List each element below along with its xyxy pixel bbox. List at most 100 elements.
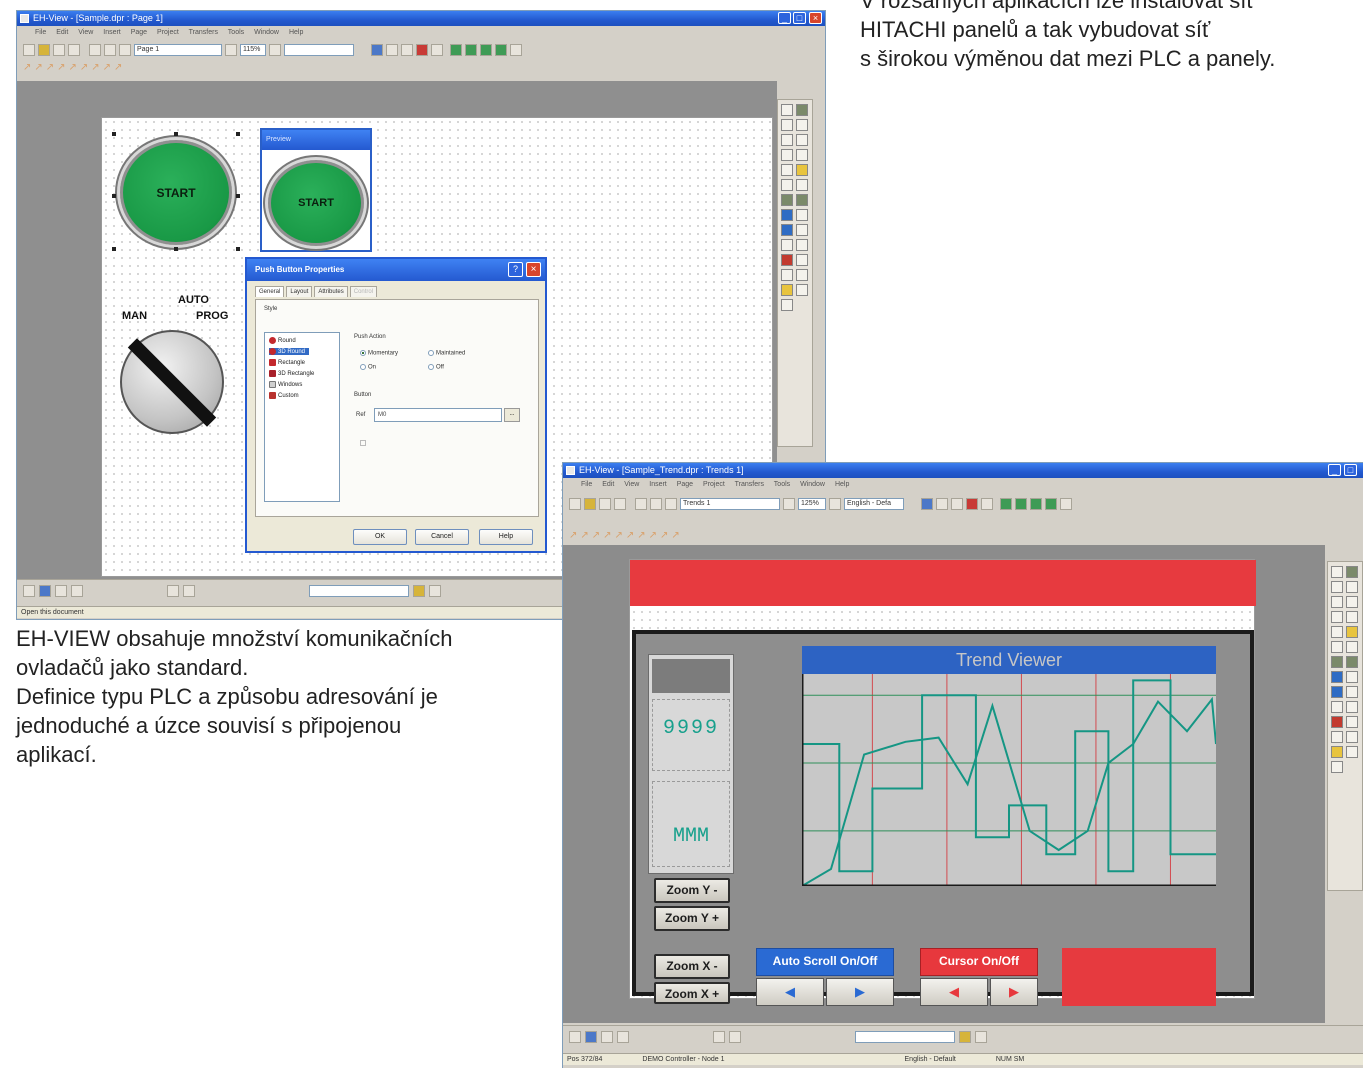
bar-icon[interactable]	[796, 119, 808, 131]
selection-handle[interactable]	[112, 132, 116, 136]
preview-icon[interactable]	[413, 584, 425, 597]
build-icon[interactable]	[1060, 498, 1072, 510]
menu-page[interactable]: Page	[677, 481, 693, 488]
layer-icon[interactable]	[23, 584, 35, 597]
zoom-select[interactable]: 125%	[798, 498, 826, 510]
minimize-button[interactable]: _	[778, 12, 791, 24]
chart-icon[interactable]	[1331, 761, 1343, 773]
order-icon[interactable]	[71, 584, 83, 597]
display-icon[interactable]	[1346, 641, 1358, 653]
build-icon[interactable]	[510, 44, 522, 56]
picture-icon[interactable]	[781, 194, 793, 206]
lamp-icon[interactable]	[796, 164, 808, 176]
alignment-toolbar[interactable]: ↗↗↗↗↗↗↗↗↗	[17, 61, 825, 75]
language-select[interactable]	[284, 44, 354, 56]
italic-icon[interactable]	[981, 498, 993, 510]
zoom-select[interactable]: 115%	[240, 44, 266, 56]
field-icon[interactable]	[781, 224, 793, 236]
menu-insert[interactable]: Insert	[103, 29, 121, 36]
draw-icon[interactable]	[713, 1030, 725, 1043]
zoom-out-icon[interactable]	[269, 44, 281, 56]
text-icon[interactable]	[1331, 596, 1343, 608]
menu-edit[interactable]: Edit	[602, 481, 614, 488]
radio-off[interactable]: Off	[428, 364, 444, 371]
save-icon[interactable]	[599, 498, 611, 510]
bottom-combo[interactable]	[309, 584, 409, 597]
trend-icon[interactable]	[1346, 611, 1358, 623]
italic-icon[interactable]	[431, 44, 443, 56]
radio-maintained[interactable]: Maintained	[428, 350, 465, 357]
alignment-toolbar[interactable]: ↗↗↗↗↗↗↗↗↗↗	[563, 529, 1363, 543]
link-icon[interactable]	[401, 44, 413, 56]
tab-control[interactable]: Control	[349, 286, 378, 297]
maximize-button[interactable]: □	[793, 12, 806, 24]
style-round[interactable]: Round	[269, 337, 296, 344]
selector-switch[interactable]	[120, 330, 224, 434]
preview-icon[interactable]	[959, 1030, 971, 1043]
text-icon[interactable]	[781, 134, 793, 146]
gauge-icon[interactable]	[796, 104, 808, 116]
close-button[interactable]: ×	[809, 12, 822, 24]
box-icon[interactable]	[781, 164, 793, 176]
menu-transfers[interactable]: Transfers	[189, 29, 218, 36]
zoom-in-icon[interactable]	[225, 44, 237, 56]
lamp-icon[interactable]	[1346, 626, 1358, 638]
copy-icon[interactable]	[104, 44, 116, 56]
style-windows[interactable]: Windows	[269, 381, 302, 388]
page-select[interactable]: Trends 1	[680, 498, 780, 510]
open-icon[interactable]	[584, 498, 596, 510]
bottom-combo[interactable]	[855, 1030, 955, 1043]
align-icon[interactable]	[585, 1030, 597, 1043]
screen-icon[interactable]	[371, 44, 383, 56]
pointer-icon[interactable]	[1331, 566, 1343, 578]
cancel-button[interactable]: Cancel	[415, 529, 469, 545]
rectangle-icon[interactable]	[1331, 581, 1343, 593]
menu-help[interactable]: Help	[835, 481, 849, 488]
minimize-button[interactable]: _	[1328, 464, 1341, 476]
style-custom[interactable]: Custom	[269, 392, 299, 399]
paste-icon[interactable]	[119, 44, 131, 56]
new-icon[interactable]	[569, 498, 581, 510]
menu-view[interactable]: View	[624, 481, 639, 488]
radio-on[interactable]: On	[360, 364, 376, 371]
picture-icon[interactable]	[1331, 656, 1343, 668]
option-checkbox[interactable]	[360, 440, 369, 447]
menu-tools[interactable]: Tools	[228, 29, 244, 36]
fill-icon[interactable]	[729, 1030, 741, 1043]
order-icon[interactable]	[617, 1030, 629, 1043]
group-icon[interactable]	[55, 584, 67, 597]
zoom-x-plus-button[interactable]: Zoom X +	[654, 982, 730, 1004]
style-3d-round[interactable]: 3D Round	[269, 348, 310, 356]
table-icon[interactable]	[796, 134, 808, 146]
symbol-icon[interactable]	[1346, 656, 1358, 668]
transfer-icon[interactable]	[1000, 498, 1012, 510]
style-list[interactable]: Round 3D Round Rectangle 3D Rectangle Wi…	[264, 332, 340, 502]
help-icon[interactable]: ?	[508, 262, 523, 277]
zoom-x-minus-button[interactable]: Zoom X -	[654, 954, 730, 979]
menu-window[interactable]: Window	[800, 481, 825, 488]
upload-icon[interactable]	[465, 44, 477, 56]
selection-handle[interactable]	[112, 247, 116, 251]
frame-icon[interactable]	[781, 269, 793, 281]
cut-icon[interactable]	[89, 44, 101, 56]
circle-icon[interactable]	[781, 239, 793, 251]
style-3d-rectangle[interactable]: 3D Rectangle	[269, 370, 314, 377]
pointer-icon[interactable]	[781, 104, 793, 116]
print-icon[interactable]	[68, 44, 80, 56]
close-icon[interactable]: ×	[526, 262, 541, 277]
help-button[interactable]: Help	[479, 529, 533, 545]
window2-titlebar[interactable]: EH-View - [Sample_Trend.dpr : Trends 1] …	[563, 463, 1363, 478]
alarm-icon[interactable]	[781, 284, 793, 296]
display-icon[interactable]	[796, 179, 808, 191]
layer-icon[interactable]	[569, 1030, 581, 1043]
box-icon[interactable]	[1331, 626, 1343, 638]
radio-momentary[interactable]: Momentary	[360, 350, 398, 357]
tab-general[interactable]: General	[255, 286, 285, 297]
menu-help[interactable]: Help	[289, 29, 303, 36]
trend-page-canvas[interactable]: 9999 MMM Trend Viewer Zoom Y - Zoom Y +	[629, 559, 1256, 1006]
rectangle-icon[interactable]	[781, 119, 793, 131]
cursor-button[interactable]: Cursor On/Off	[920, 948, 1038, 976]
symbol-icon[interactable]	[796, 194, 808, 206]
compile-icon[interactable]	[495, 44, 507, 56]
zoom-in-icon[interactable]	[783, 498, 795, 510]
